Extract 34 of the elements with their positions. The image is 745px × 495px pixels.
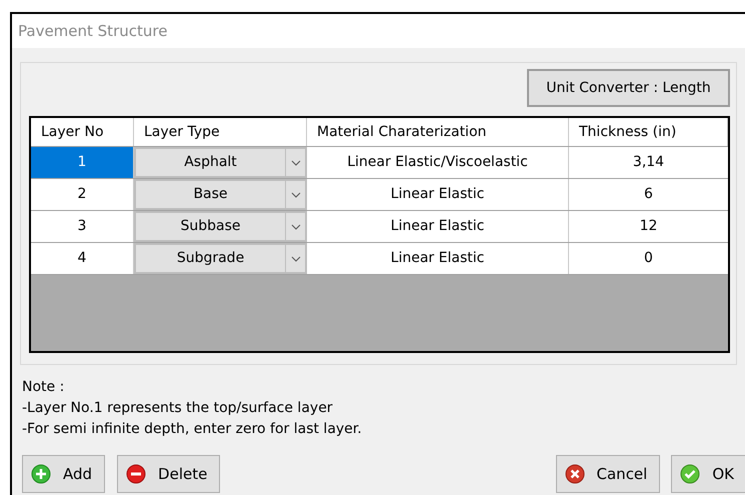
table-cell: Linear Elastic/Viscoelastic <box>307 147 569 178</box>
column-header: Layer Type <box>134 118 307 146</box>
check-icon <box>680 464 700 484</box>
table-cell: Linear Elastic <box>307 243 569 274</box>
table-cell-text: 6 <box>643 185 654 204</box>
chevron-down-icon <box>290 192 300 198</box>
column-header: Thickness (in) <box>569 118 728 146</box>
column-header: Layer No <box>31 118 134 146</box>
chevron-down-icon <box>290 256 300 262</box>
note-line: -For semi infinite depth, enter zero for last layer. <box>22 420 363 439</box>
cancel-button[interactable]: Cancel <box>556 455 660 493</box>
layer-type-dropdown[interactable]: Subbase <box>134 211 307 242</box>
layer-type-dropdown[interactable]: Asphalt <box>134 147 307 178</box>
table-cell-text: 0 <box>643 249 654 268</box>
window-title: Pavement Structure <box>18 20 168 42</box>
chevron-down-icon <box>290 224 300 230</box>
unit-converter-button[interactable]: Unit Converter : Length <box>527 69 730 107</box>
layer-type-dropdown[interactable]: Base <box>134 179 307 210</box>
table-cell[interactable]: 1 <box>31 147 134 178</box>
add-button[interactable]: Add <box>22 455 106 493</box>
delete-button[interactable]: Delete <box>117 455 220 493</box>
layer-type-dropdown[interactable]: Subgrade <box>134 243 307 274</box>
column-header: Material Charaterization <box>307 118 569 146</box>
table-cell-text: 12 <box>638 217 658 236</box>
plus-icon <box>31 464 51 484</box>
minus-icon <box>126 464 146 484</box>
ok-button[interactable]: OK <box>671 455 745 493</box>
note-title: Note : <box>22 378 66 397</box>
close-icon <box>564 464 585 484</box>
table-cell: Linear Elastic <box>307 179 569 210</box>
table-cell-text: 3,14 <box>632 153 666 172</box>
note-line: -Layer No.1 represents the top/surface layer <box>22 399 334 418</box>
chevron-down-icon <box>290 160 300 166</box>
table-cell: Linear Elastic <box>307 211 569 242</box>
